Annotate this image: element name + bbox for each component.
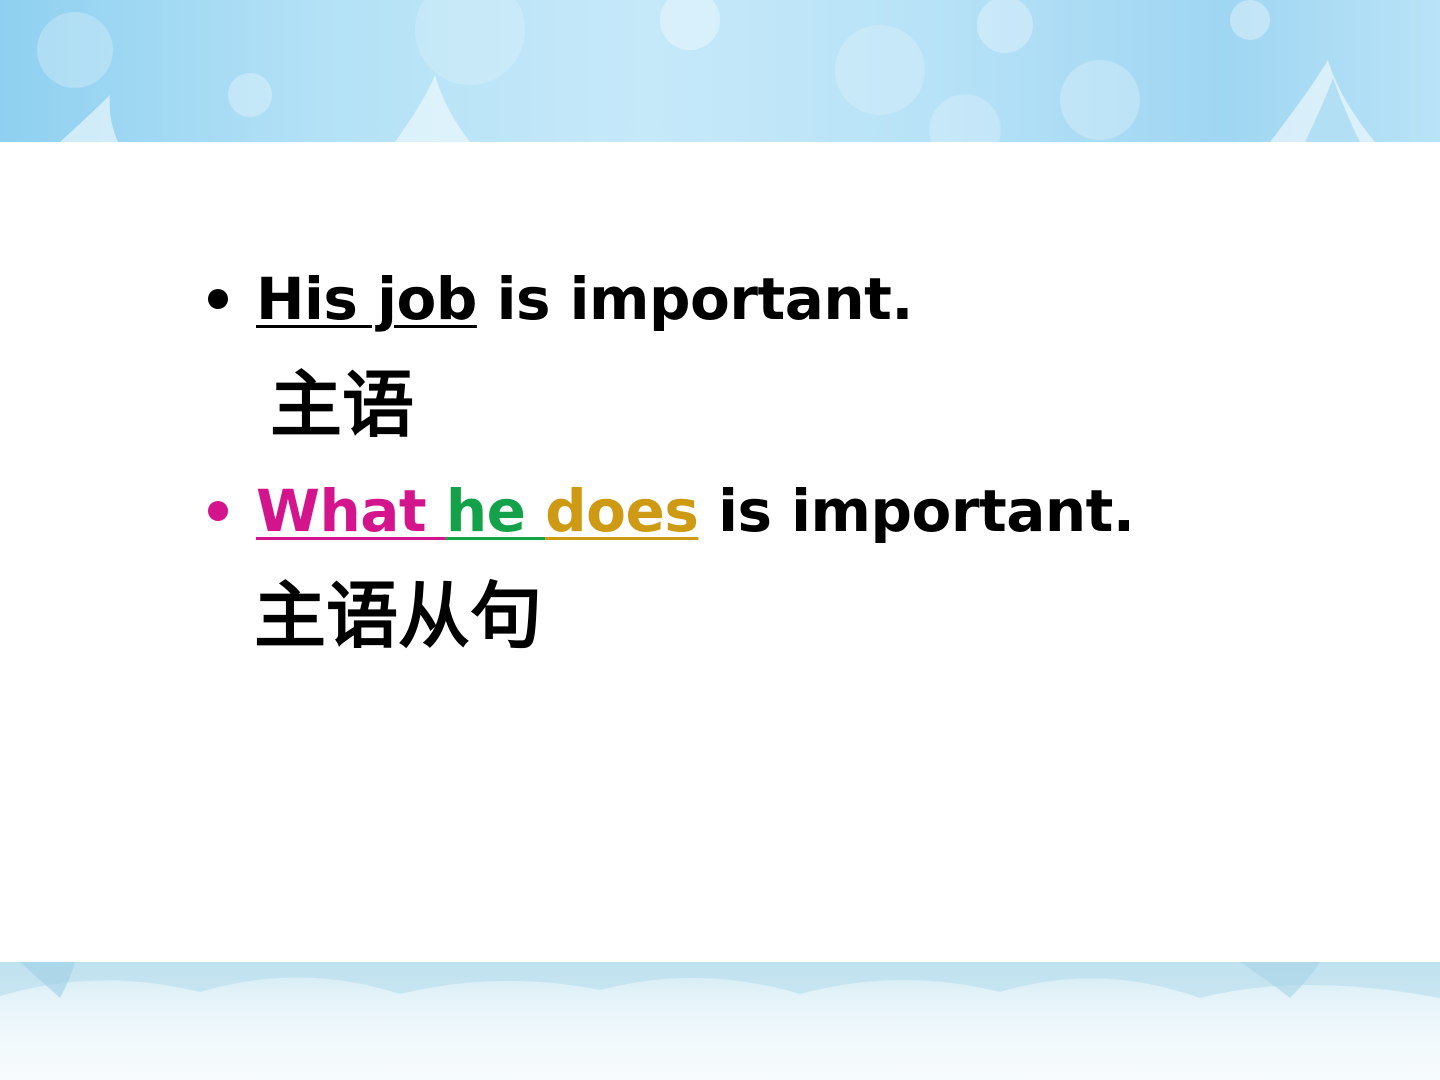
subject-phrase: His job: [256, 265, 477, 333]
clause-word-what: What: [256, 477, 446, 545]
bullet-dot: [208, 289, 228, 309]
predicate-phrase: is important.: [476, 265, 914, 333]
sentence-line-1: His job is important.: [256, 264, 913, 334]
grammar-label-2: 主语从句: [254, 574, 543, 658]
grammar-label-1: 主语: [270, 363, 415, 447]
clause-word-does: does: [545, 477, 699, 545]
slide-content: His job is important. 主语 What he does is…: [0, 0, 1440, 1080]
sentence-line-2: What he does is important.: [256, 476, 1135, 546]
predicate-phrase: is important.: [698, 477, 1135, 545]
bullet-dot: [208, 501, 228, 521]
clause-word-he: he: [445, 477, 546, 545]
